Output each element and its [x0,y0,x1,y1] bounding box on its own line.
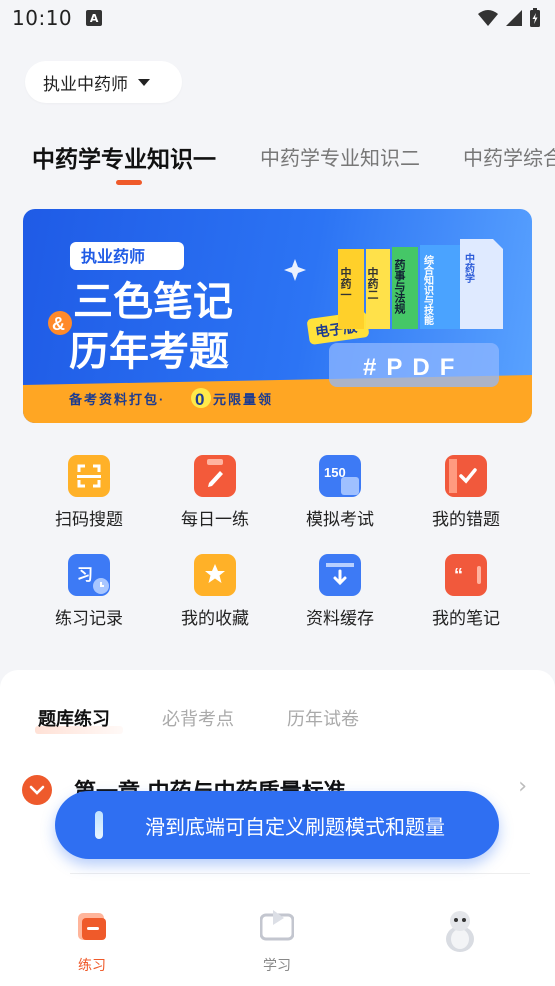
book-label-5: 中药学 [463,252,475,284]
practice-record-icon: 习 [68,554,110,596]
chevron-down-icon[interactable] [22,775,52,805]
mock-exam-icon: 150 [319,455,361,497]
promo-banner[interactable]: 备考资料打包· 0 元限量领 执业药师 三色笔记 & 历年考题 电子版 中药一 … [23,209,532,423]
practice-record-button[interactable]: 习 练习记录 [34,554,144,629]
favorites-icon [194,554,236,596]
book-label-2: 中药二 [366,266,379,300]
svg-text:习: 习 [77,567,93,584]
book-label-1: 中药一 [339,266,352,300]
battery-icon [530,8,540,27]
notification-icon: A [86,10,103,26]
nav-practice-label: 练习 [78,958,106,974]
banner-ampersand: & [52,314,65,334]
wrong-questions-icon [445,455,487,497]
wifi-icon [478,10,498,26]
wrong-questions-label: 我的错题 [432,510,500,530]
nav-practice[interactable]: 练习 [52,909,132,975]
mock-exam-button[interactable]: 150 模拟考试 [285,455,395,530]
tab-key-points[interactable]: 必背考点 [162,705,234,731]
favorites-button[interactable]: 我的收藏 [160,554,270,629]
bottom-nav: 练习 学习 [0,895,555,986]
banner-footer-text-1: 备考资料打包· [68,392,165,407]
banner-headline-2: 历年考题 [69,330,229,374]
status-icons [477,8,541,28]
tab-subject-2[interactable]: 中药学专业知识二 [260,142,420,171]
toast-indicator [95,811,103,839]
banner-pdf-label: #PDF [363,354,464,381]
download-cache-icon [319,554,361,596]
daily-practice-label: 每日一练 [181,510,249,530]
scan-search-label: 扫码搜题 [55,510,123,530]
scan-icon [68,455,110,497]
study-nav-icon [259,909,295,943]
toast-message: 滑到底端可自定义刷题模式和题量 [145,814,445,839]
practice-record-label: 练习记录 [55,609,123,629]
tab-subject-1[interactable]: 中药学专业知识一 [32,140,216,174]
tab-question-bank[interactable]: 题库练习 [38,705,110,731]
status-time: 10:10 [12,6,73,30]
practice-nav-icon [75,909,109,943]
tab-past-papers[interactable]: 历年试卷 [287,705,359,731]
banner-footer-zero: 0 [195,390,204,409]
banner-headline-1: 三色笔记 [73,280,233,324]
banner-badge: 执业药师 [81,247,145,266]
nav-study-label: 学习 [263,958,291,974]
divider [70,873,530,874]
daily-practice-icon [194,455,236,497]
mock-exam-icon-text: 150 [324,465,346,480]
scan-search-button[interactable]: 扫码搜题 [34,455,144,530]
tab-subject-3[interactable]: 中药学综合 [463,142,555,171]
exam-type-selector[interactable]: 执业中药师 [25,61,182,103]
download-cache-button[interactable]: 资料缓存 [285,554,395,629]
book-label-3: 药事与法规 [393,258,406,315]
notes-icon: “ [445,554,487,596]
notes-button[interactable]: “ 我的笔记 [411,554,521,629]
favorites-label: 我的收藏 [181,609,249,629]
hint-toast: 滑到底端可自定义刷题模式和题量 [55,791,499,859]
status-bar: 10:10 A [0,0,555,36]
avatar-icon [440,909,480,953]
active-tab-indicator [116,180,142,185]
signal-icon [506,10,522,26]
chevron-right-icon: › [518,774,527,799]
notes-label: 我的笔记 [432,609,500,629]
daily-practice-button[interactable]: 每日一练 [160,455,270,530]
download-cache-label: 资料缓存 [306,609,374,629]
caret-down-icon [138,78,150,86]
mock-exam-label: 模拟考试 [306,510,374,530]
nav-study[interactable]: 学习 [237,909,317,975]
exam-type-label: 执业中药师 [43,74,128,95]
svg-text:“: “ [454,565,463,585]
banner-artwork: 备考资料打包· 0 元限量领 执业药师 三色笔记 & 历年考题 电子版 中药一 … [23,239,532,423]
subject-tabs: 中药学专业知识一 中药学专业知识二 中药学综合 [0,130,555,190]
wrong-questions-button[interactable]: 我的错题 [411,455,521,530]
banner-footer-text-2: 元限量领 [213,392,273,407]
nav-profile[interactable] [420,909,500,965]
